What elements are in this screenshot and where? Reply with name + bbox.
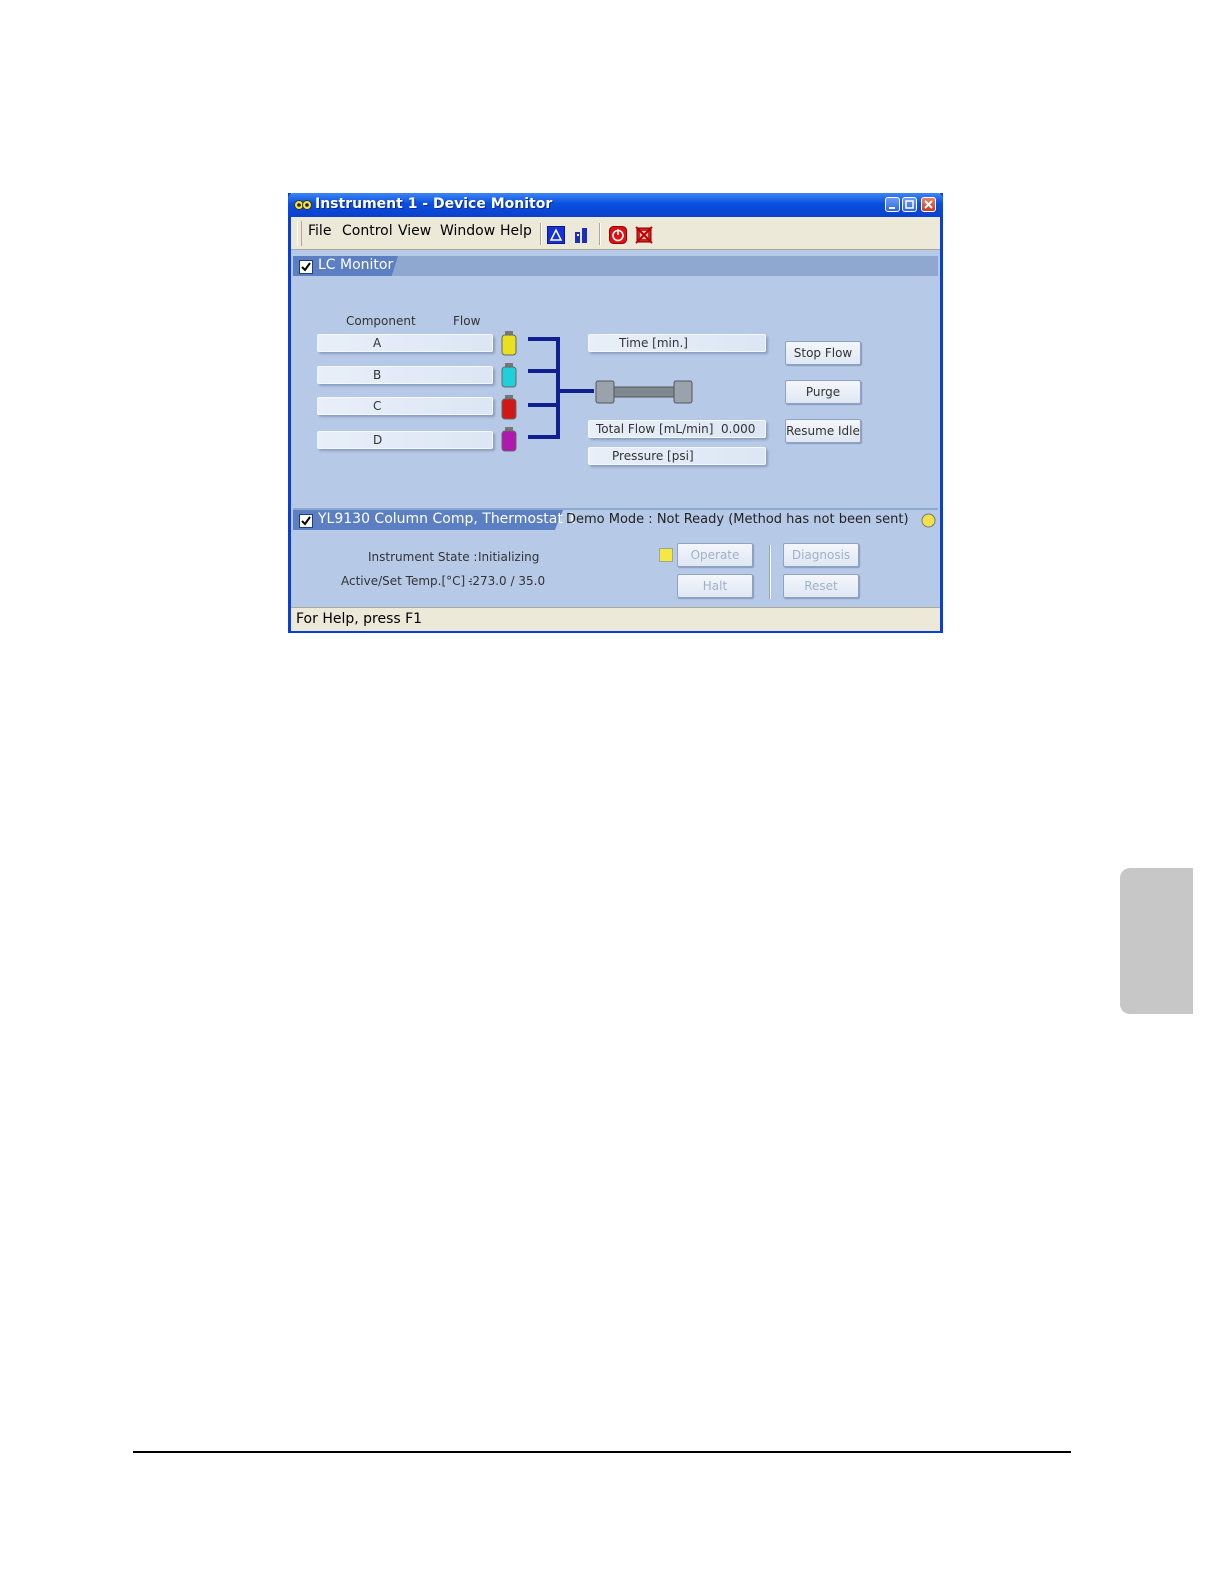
pressure-field: Pressure [psi] bbox=[588, 447, 766, 465]
mixer-tubing bbox=[528, 337, 594, 439]
time-field: Time [min.] bbox=[588, 334, 766, 352]
page-rule bbox=[133, 1451, 1071, 1453]
temp-label: Active/Set Temp.[°C] : bbox=[341, 574, 474, 588]
checkmark-icon bbox=[301, 262, 311, 272]
checkmark-icon bbox=[301, 516, 311, 526]
component-a-field: A bbox=[317, 334, 493, 352]
solvent-bottle-d-icon bbox=[501, 427, 517, 452]
device-monitor-window: Instrument 1 - Device Monitor File Contr… bbox=[288, 193, 943, 633]
toolbar-separator bbox=[599, 223, 601, 245]
component-c-field: C bbox=[317, 397, 493, 415]
toolbar-grip[interactable] bbox=[297, 221, 302, 246]
column-comp-checkbox[interactable] bbox=[299, 514, 313, 528]
column-comp-status: Demo Mode : Not Ready (Method has not be… bbox=[566, 512, 909, 527]
instrument-state-value: Initializing bbox=[478, 550, 540, 564]
menu-window[interactable]: Window bbox=[440, 223, 495, 239]
purge-button[interactable]: Purge bbox=[785, 380, 861, 404]
stop-flow-button[interactable]: Stop Flow bbox=[785, 341, 861, 365]
power-icon[interactable] bbox=[609, 226, 627, 244]
solvent-bottle-b-icon bbox=[501, 363, 517, 388]
stop-all-icon[interactable] bbox=[635, 226, 653, 244]
instrument-state-label: Instrument State : bbox=[368, 550, 478, 564]
menu-help[interactable]: Help bbox=[500, 223, 532, 239]
component-d-field: D bbox=[317, 431, 493, 449]
minimize-button[interactable] bbox=[885, 197, 900, 212]
resume-idle-button[interactable]: Resume Idle bbox=[785, 419, 861, 443]
temp-value: -273.0 / 35.0 bbox=[468, 574, 546, 588]
menu-view[interactable]: View bbox=[398, 223, 431, 239]
column-icon bbox=[595, 380, 693, 404]
menu-file[interactable]: File bbox=[308, 223, 331, 239]
window-title: Instrument 1 - Device Monitor bbox=[315, 196, 553, 212]
menu-bar: File Control View Window Help bbox=[291, 217, 940, 250]
button-divider bbox=[769, 545, 771, 599]
lc-monitor-title: LC Monitor bbox=[318, 257, 394, 273]
page-side-tab bbox=[1120, 868, 1193, 1014]
reset-button[interactable]: Reset bbox=[783, 574, 859, 598]
toolbar-separator bbox=[540, 223, 542, 245]
lc-monitor-checkbox[interactable] bbox=[299, 260, 313, 274]
flow-header: Flow bbox=[453, 314, 481, 328]
app-icon bbox=[294, 200, 312, 210]
total-flow-field: Total Flow [mL/min] 0.000 bbox=[588, 420, 766, 438]
column-comp-header: YL9130 Column Comp, Thermostat 1 Demo Mo… bbox=[293, 508, 938, 530]
operate-indicator bbox=[659, 548, 673, 562]
solvent-bottle-c-icon bbox=[501, 395, 517, 420]
component-b-field: B bbox=[317, 366, 493, 384]
solvent-bottle-a-icon bbox=[501, 331, 517, 356]
column-comp-title: YL9130 Column Comp, Thermostat 1 bbox=[318, 511, 577, 527]
close-icon bbox=[924, 200, 933, 209]
lc-monitor-header: LC Monitor bbox=[293, 256, 938, 276]
operate-button[interactable]: Operate bbox=[677, 543, 753, 567]
status-text: For Help, press F1 bbox=[296, 611, 423, 627]
status-led-icon bbox=[921, 513, 936, 528]
method-icon[interactable] bbox=[547, 226, 565, 244]
instrument-status-icon[interactable] bbox=[573, 226, 591, 244]
title-bar[interactable]: Instrument 1 - Device Monitor bbox=[288, 193, 943, 217]
status-bar: For Help, press F1 bbox=[291, 607, 940, 631]
component-header: Component bbox=[346, 314, 416, 328]
close-button[interactable] bbox=[921, 197, 936, 212]
diagnosis-button[interactable]: Diagnosis bbox=[783, 543, 859, 567]
maximize-icon bbox=[905, 200, 914, 209]
total-flow-value: 0.000 bbox=[721, 422, 756, 436]
halt-button[interactable]: Halt bbox=[677, 574, 753, 598]
menu-control[interactable]: Control bbox=[342, 223, 393, 239]
minimize-icon bbox=[889, 207, 895, 209]
maximize-button[interactable] bbox=[902, 197, 917, 212]
